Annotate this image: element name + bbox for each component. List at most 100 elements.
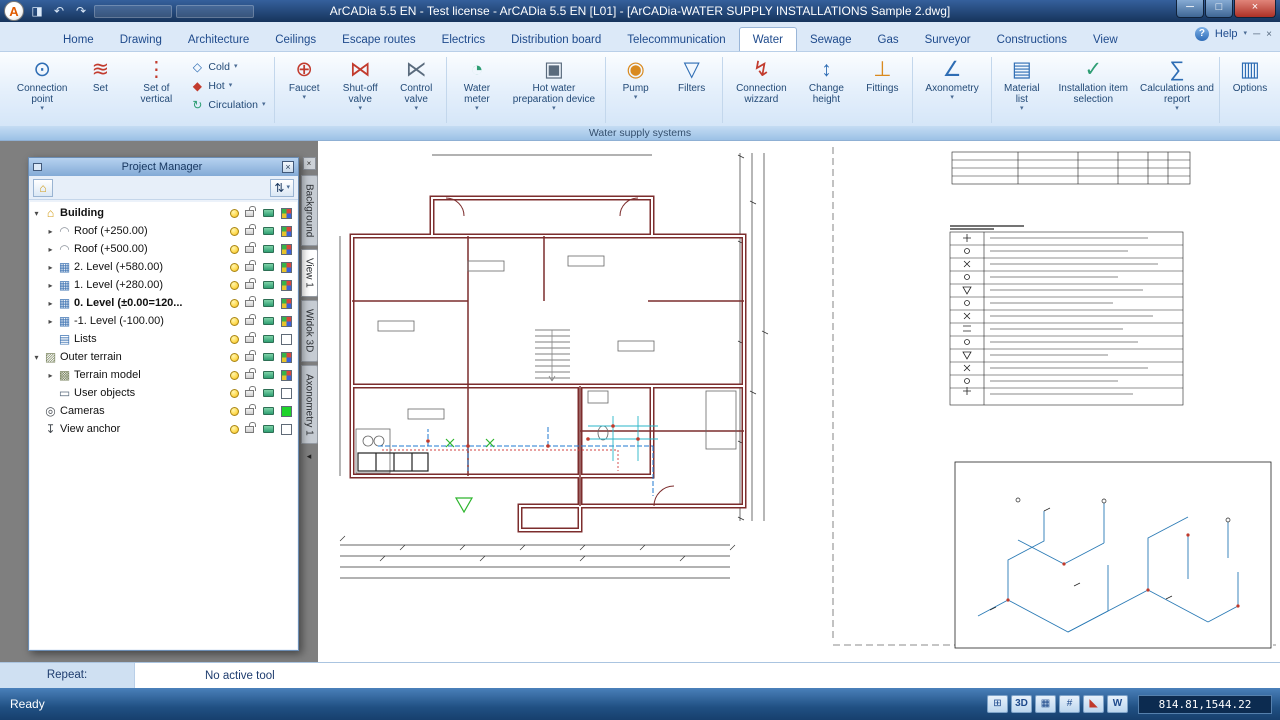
- view-tab-axonometry1[interactable]: Axonometry 1: [301, 365, 318, 445]
- printer-icon[interactable]: [263, 281, 274, 289]
- lock-icon[interactable]: [245, 336, 254, 343]
- tree-item-user-objects[interactable]: ▭ User objects: [30, 384, 297, 402]
- tab-constructions[interactable]: Constructions: [984, 28, 1080, 51]
- visibility-bulb-icon[interactable]: [230, 425, 239, 434]
- printer-icon[interactable]: [263, 407, 274, 415]
- visibility-bulb-icon[interactable]: [230, 299, 239, 308]
- add-level-button[interactable]: ⌂: [33, 179, 53, 197]
- tree-item-level[interactable]: ▸ ▦ -1. Level (-100.00): [30, 312, 297, 330]
- expander-icon[interactable]: ▾: [30, 353, 43, 362]
- material-list-button[interactable]: ▤ Material list ▾: [994, 55, 1050, 125]
- lock-icon[interactable]: [245, 354, 254, 361]
- help-icon[interactable]: ?: [1195, 27, 1209, 41]
- printer-icon[interactable]: [263, 245, 274, 253]
- installation-item-selection-button[interactable]: ✓ Installation item selection: [1050, 55, 1137, 125]
- lock-icon[interactable]: [245, 300, 254, 307]
- lock-icon[interactable]: [245, 210, 254, 217]
- printer-icon[interactable]: [263, 227, 274, 235]
- fittings-button[interactable]: ⊥ Fittings: [854, 55, 910, 125]
- tab-gas[interactable]: Gas: [865, 28, 912, 51]
- close-button[interactable]: ×: [1234, 0, 1276, 18]
- visibility-bulb-icon[interactable]: [230, 317, 239, 326]
- hot-water-device-button[interactable]: ▣ Hot water preparation device ▾: [505, 55, 603, 125]
- color-swatch[interactable]: [281, 370, 292, 381]
- close-document-icon[interactable]: ×: [1266, 29, 1272, 40]
- view-tab-widok-3d[interactable]: Widok 3D: [301, 300, 318, 361]
- color-swatch[interactable]: [281, 226, 292, 237]
- tree-item-level[interactable]: ▸ ▦ 2. Level (+580.00): [30, 258, 297, 276]
- tab-escape-routes[interactable]: Escape routes: [329, 28, 429, 51]
- tab-view[interactable]: View: [1080, 28, 1131, 51]
- set-button[interactable]: ≋ Set: [72, 55, 128, 125]
- visibility-bulb-icon[interactable]: [230, 407, 239, 416]
- visibility-bulb-icon[interactable]: [230, 335, 239, 344]
- arcadia-module-icon[interactable]: ◣: [1083, 695, 1104, 713]
- viewport-icon[interactable]: ⊞: [987, 695, 1008, 713]
- view-3d-icon[interactable]: 3D: [1011, 695, 1032, 713]
- color-swatch[interactable]: [281, 208, 292, 219]
- options-button[interactable]: ▥ Options: [1222, 55, 1278, 125]
- pump-button[interactable]: ◉ Pump ▾: [608, 55, 664, 125]
- tab-water[interactable]: Water: [739, 27, 797, 51]
- sort-filter-button[interactable]: ⇅ ▾: [270, 179, 294, 197]
- tree-item-terrain-model[interactable]: ▸ ▩ Terrain model: [30, 366, 297, 384]
- printer-icon[interactable]: [263, 263, 274, 271]
- printer-icon[interactable]: [263, 335, 274, 343]
- lock-icon[interactable]: [245, 228, 254, 235]
- calculations-and-report-button[interactable]: ∑ Calculations and report ▾: [1137, 55, 1218, 125]
- visibility-bulb-icon[interactable]: [230, 263, 239, 272]
- visibility-bulb-icon[interactable]: [230, 209, 239, 218]
- save-icon[interactable]: ◨: [28, 3, 46, 19]
- printer-icon[interactable]: [263, 389, 274, 397]
- visibility-bulb-icon[interactable]: [230, 353, 239, 362]
- printer-icon[interactable]: [263, 209, 274, 217]
- tree-item-cameras[interactable]: ◎ Cameras: [30, 402, 297, 420]
- tab-drawing[interactable]: Drawing: [107, 28, 175, 51]
- lock-icon[interactable]: [245, 372, 254, 379]
- layers-icon[interactable]: ▦: [1035, 695, 1056, 713]
- visibility-bulb-icon[interactable]: [230, 245, 239, 254]
- expander-icon[interactable]: ▸: [44, 263, 57, 272]
- connection-wizzard-button[interactable]: ↯ Connection wizzard: [724, 55, 798, 125]
- set-of-vertical-button[interactable]: ⋮ Set of vertical: [128, 55, 184, 125]
- printer-icon[interactable]: [263, 371, 274, 379]
- visibility-bulb-icon[interactable]: [230, 389, 239, 398]
- view-tab-view1[interactable]: View 1: [301, 249, 318, 297]
- hot-button[interactable]: ◆ Hot ▾: [190, 79, 265, 93]
- axonometry-button[interactable]: ∠ Axonometry ▾: [915, 55, 989, 125]
- printer-icon[interactable]: [263, 317, 274, 325]
- visibility-bulb-icon[interactable]: [230, 281, 239, 290]
- water-meter-button[interactable]: ◔ Water meter ▾: [449, 55, 505, 125]
- tab-telecommunication[interactable]: Telecommunication: [614, 28, 738, 51]
- help-label[interactable]: Help: [1215, 28, 1238, 40]
- grid-icon[interactable]: #: [1059, 695, 1080, 713]
- tab-home[interactable]: Home: [50, 28, 107, 51]
- tab-electrics[interactable]: Electrics: [429, 28, 498, 51]
- printer-icon[interactable]: [263, 299, 274, 307]
- lock-icon[interactable]: [245, 246, 254, 253]
- close-panel-icon[interactable]: ×: [282, 161, 294, 173]
- expander-icon[interactable]: ▸: [44, 245, 57, 254]
- command-input[interactable]: No active tool: [135, 663, 1280, 688]
- expander-icon[interactable]: ▸: [44, 371, 57, 380]
- tab-ceilings[interactable]: Ceilings: [262, 28, 329, 51]
- shut-off-valve-button[interactable]: ⋈ Shut-off valve ▾: [332, 55, 388, 125]
- tab-sewage[interactable]: Sewage: [797, 28, 865, 51]
- tab-distribution-board[interactable]: Distribution board: [498, 28, 614, 51]
- lock-icon[interactable]: [245, 282, 254, 289]
- redo-icon[interactable]: ↷: [72, 3, 90, 19]
- scroll-left-icon[interactable]: ◂: [307, 451, 312, 462]
- lock-icon[interactable]: [245, 318, 254, 325]
- color-swatch[interactable]: [281, 406, 292, 417]
- color-swatch[interactable]: [281, 280, 292, 291]
- tree-item-roof[interactable]: ▸ ◠ Roof (+500.00): [30, 240, 297, 258]
- printer-icon[interactable]: [263, 353, 274, 361]
- faucet-button[interactable]: ⊕ Faucet ▾: [276, 55, 332, 125]
- view-tab-background[interactable]: Background: [301, 175, 318, 246]
- expander-icon[interactable]: ▾: [30, 209, 43, 218]
- color-swatch[interactable]: [281, 244, 292, 255]
- expander-icon[interactable]: ▸: [44, 299, 57, 308]
- close-view-icon[interactable]: ×: [303, 157, 316, 170]
- tree-item-level-current[interactable]: ▸ ▦ 0. Level (±0.00=120...: [30, 294, 297, 312]
- tree-item-building[interactable]: ▾ ⌂ Building: [30, 204, 297, 222]
